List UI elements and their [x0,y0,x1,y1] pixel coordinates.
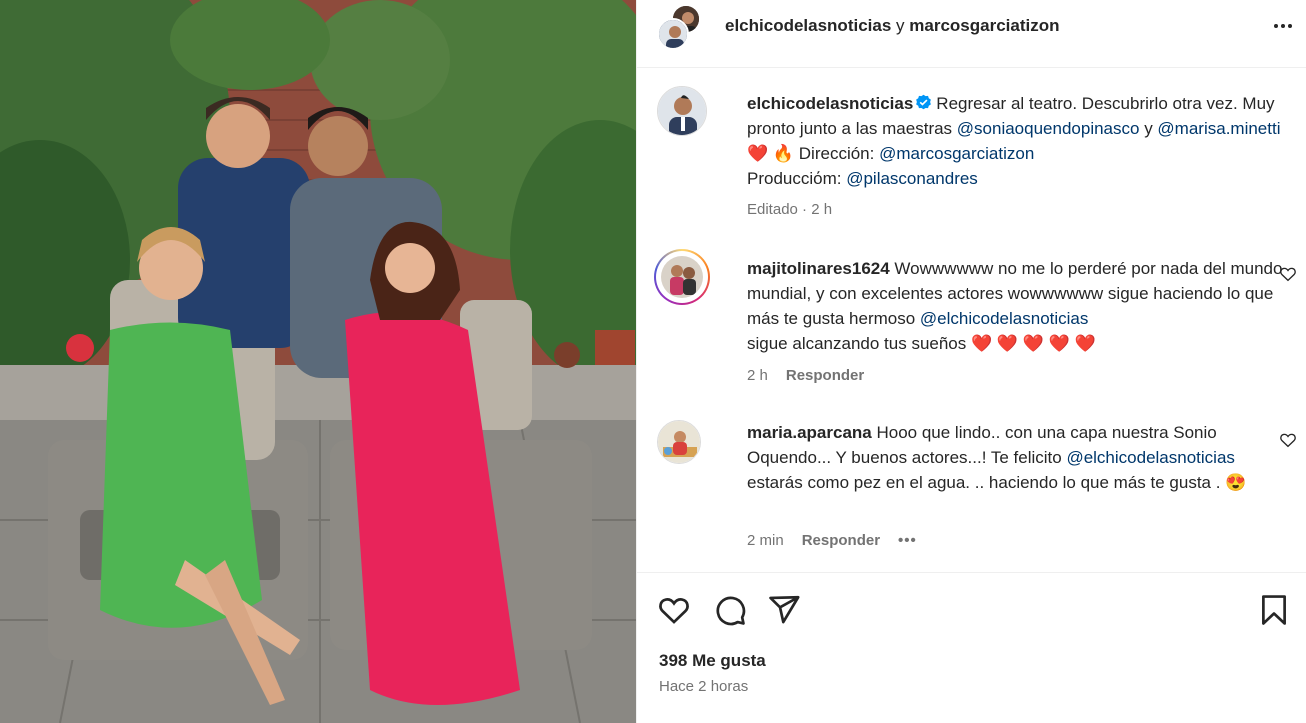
collab-avatars[interactable] [657,4,701,50]
author-link-2[interactable]: marcosgarciatizon [909,16,1059,35]
mention-link[interactable]: @marisa.minetti [1157,119,1280,138]
caption-username[interactable]: elchicodelasnoticias [747,94,913,113]
caption-text-4: Producciόm: [747,169,847,188]
caption-edited-time: Editado · 2 h [747,201,833,218]
share-icon[interactable] [767,593,801,627]
mention-link[interactable]: @elchicodelasnoticias [920,309,1088,328]
comment-time: 2 min [747,532,784,549]
comment-icon[interactable] [713,593,747,627]
mention-link[interactable]: @marcosgarciatizon [879,144,1034,163]
comment-text-2: sigue alcanzando tus sueños [747,334,971,353]
bookmark-icon[interactable] [1257,593,1291,627]
comment-username[interactable]: majitolinares1624 [747,259,890,278]
comment-like-button[interactable] [1279,431,1297,449]
caption-avatar[interactable] [657,86,707,136]
heart-icon[interactable] [657,593,691,627]
caption-text: elchicodelasnoticias Regresar al teatro. … [747,91,1287,191]
comment-avatar[interactable] [657,420,701,464]
verified-badge-icon [916,94,932,110]
author-link-1[interactable]: elchicodelasnoticias [725,16,891,35]
post-time: Hace 2 horas [659,678,749,695]
comment-meta: 2 min Responder ••• [747,532,917,549]
post-photo[interactable] [0,0,636,723]
comment-time: 2 h [747,367,768,384]
comment-text: maria.aparcana Hooo que lindo.. con una … [747,420,1287,495]
post-image [0,0,636,723]
comment-text-2: estarás como pez en el agua. .. haciendo… [747,473,1226,492]
post-header: elchicodelasnoticias y marcosgarciatizon [637,0,1306,68]
comment-avatar-story[interactable] [654,249,710,305]
caption-text-2: y [1139,119,1158,138]
mention-link[interactable]: @soniaoquendopinasco [957,119,1140,138]
author-conjunction: y [896,16,905,35]
comment-item: maria.aparcana Hooo que lindo.. con una … [657,418,1297,558]
comment-meta: 2 h Responder [747,367,864,384]
likes-count[interactable]: 398 Me gusta [659,651,766,671]
mention-link[interactable]: @pilasconandres [846,169,978,188]
comment-like-button[interactable] [1279,265,1297,283]
comment-emojis: 😍 [1225,473,1247,492]
reply-button[interactable]: Responder [802,532,880,549]
comment-text: majitolinares1624 Wowwwwww no me lo perd… [747,256,1287,356]
caption-emojis: ❤️ 🔥 [747,144,799,163]
reply-button[interactable]: Responder [786,367,864,384]
comment-emojis: ❤️ ❤️ ❤️ ❤️ ❤️ [971,334,1096,353]
more-options-button[interactable] [1269,14,1297,38]
avatar-elchicodelasnoticias[interactable] [657,18,689,50]
mention-link[interactable]: @elchicodelasnoticias [1066,448,1234,467]
post-details-pane: elchicodelasnoticias y marcosgarciatizon… [636,0,1306,723]
more-options-icon [1274,24,1278,28]
instagram-post: elchicodelasnoticias y marcosgarciatizon… [0,0,1306,723]
comment-options-button[interactable]: ••• [898,532,917,549]
caption-meta: Editado · 2 h [747,201,832,218]
post-authors: elchicodelasnoticias y marcosgarciatizon [725,16,1060,36]
caption-text-3: Dirección: [798,144,880,163]
comment-username[interactable]: maria.aparcana [747,423,872,442]
post-caption: elchicodelasnoticias Regresar al teatro. … [657,86,1297,226]
post-actions: 398 Me gusta Hace 2 horas [637,572,1306,723]
comment-item: majitolinares1624 Wowwwwww no me lo perd… [654,249,1297,402]
